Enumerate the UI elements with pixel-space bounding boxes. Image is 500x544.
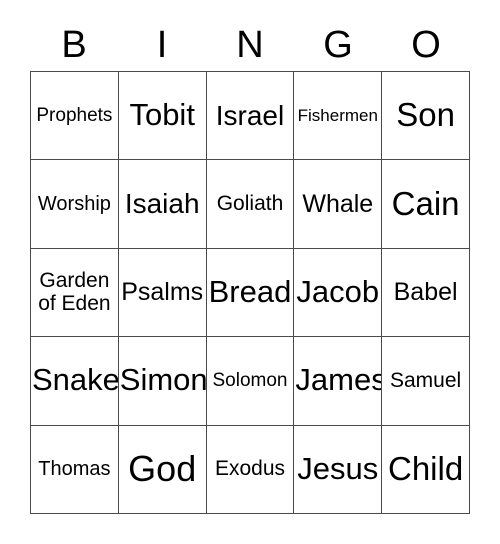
bingo-cell[interactable]: Fishermen (294, 72, 383, 161)
bingo-cell[interactable]: God (118, 425, 207, 514)
bingo-cell-label: Babel (393, 278, 458, 307)
bingo-cell-label: Bread (208, 274, 292, 310)
bingo-cell[interactable]: Babel (382, 248, 470, 338)
bingo-cell[interactable]: Isaiah (118, 160, 207, 249)
bingo-cell[interactable]: Solomon (206, 337, 295, 426)
bingo-cell-label: Cain (391, 184, 460, 222)
bingo-cell[interactable]: Worship (31, 160, 119, 249)
bingo-cell[interactable]: Exodus (206, 425, 295, 514)
bingo-cell[interactable]: Jacob (294, 248, 383, 338)
bingo-header-letter-b: B (61, 23, 87, 66)
bingo-cell[interactable]: Child (382, 425, 470, 514)
bingo-cell-label: Thomas (38, 457, 111, 480)
bingo-cell[interactable]: Prophets (31, 72, 119, 161)
bingo-header-letter-n: N (236, 23, 264, 66)
bingo-cell-label: Fishermen (297, 105, 378, 125)
bingo-cell[interactable]: Tobit (118, 72, 207, 161)
bingo-cell-label: Jesus (297, 450, 379, 486)
bingo-cell[interactable]: Israel (206, 72, 295, 161)
bingo-cell[interactable]: Snake (31, 337, 119, 426)
bingo-cell-label: God (128, 448, 197, 490)
bingo-cell-label: Whale (302, 189, 374, 218)
bingo-cell[interactable]: Garden of Eden (31, 248, 119, 338)
bingo-cell[interactable]: Son (382, 72, 470, 161)
bingo-cell-label: Child (387, 449, 464, 487)
bingo-cell-label: Garden of Eden (38, 268, 111, 316)
bingo-cell[interactable]: Psalms (118, 248, 207, 338)
bingo-cell-label: Israel (215, 99, 285, 131)
bingo-cell-label: Isaiah (124, 188, 200, 220)
bingo-cell[interactable]: Cain (382, 160, 470, 249)
bingo-cell[interactable]: Simon (118, 337, 207, 426)
bingo-cell-label: Son (396, 96, 455, 134)
bingo-cell-label: Worship (37, 192, 111, 215)
bingo-header-letter-g: G (323, 23, 353, 66)
bingo-header-letter-i: I (156, 23, 168, 66)
bingo-cell[interactable]: Whale (294, 160, 383, 249)
bingo-cell-label: Psalms (121, 278, 204, 307)
bingo-cell[interactable]: Goliath (206, 160, 295, 249)
bingo-card: B I N G O Prophets Tobit Israel Fishermen So… (0, 0, 500, 544)
bingo-cell-label: Snake (32, 362, 119, 398)
bingo-cell-label: Simon (119, 362, 207, 398)
bingo-cell[interactable]: Samuel (382, 337, 470, 426)
bingo-cell[interactable]: Jesus (294, 425, 383, 514)
bingo-cell[interactable]: James (294, 337, 383, 426)
bingo-cell-label: Solomon (212, 369, 288, 391)
bingo-cell-label: Exodus (214, 457, 286, 481)
bingo-header-letter-o: O (411, 23, 441, 66)
bingo-cell[interactable]: Thomas (31, 425, 119, 514)
bingo-cell-label: James (295, 362, 383, 398)
bingo-cell-label: Jacob (296, 274, 380, 310)
bingo-cell-label: Goliath (216, 191, 284, 215)
bingo-grid: Prophets Tobit Israel Fishermen Son Worship Is… (30, 71, 470, 514)
bingo-cell-label: Tobit (129, 97, 195, 133)
bingo-cell[interactable]: Bread (206, 248, 295, 338)
bingo-cell-label: Prophets (36, 104, 113, 126)
bingo-header-row: B I N G O (30, 18, 470, 71)
bingo-cell-label: Samuel (389, 368, 462, 392)
